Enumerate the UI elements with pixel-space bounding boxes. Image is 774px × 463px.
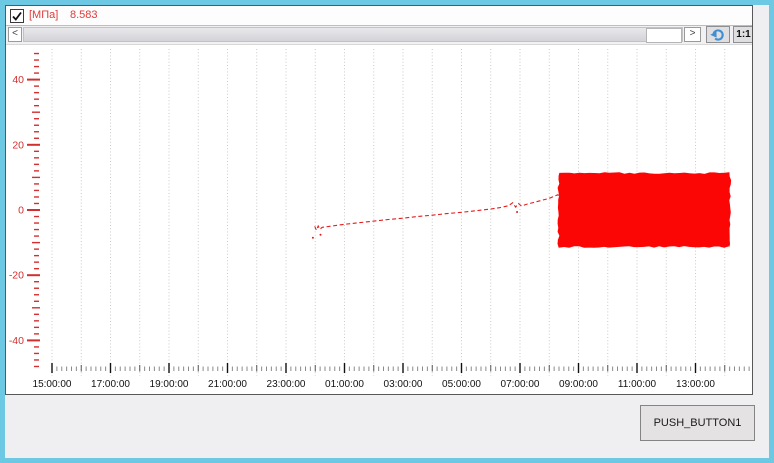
scroll-right-button[interactable]: > xyxy=(684,27,701,42)
trend-chart-canvas: 40 20 0 -20 -40 15:00:00 17:00:00 19:00:00 21:00… xyxy=(9,49,750,390)
svg-text:21:00:00: 21:00:00 xyxy=(208,379,247,390)
pen-unit-label: [МПа] xyxy=(29,9,59,21)
checkmark-icon xyxy=(12,11,22,21)
trend-control-window: [МПа] 8.583 < > 1:1 40 20 0 -20 -40 15:00:00 1… xyxy=(5,5,753,395)
svg-text:01:00:00: 01:00:00 xyxy=(325,379,364,390)
pen-current-value: 8.583 xyxy=(70,9,98,21)
scrollbar-track[interactable] xyxy=(23,27,683,43)
svg-text:15:00:00: 15:00:00 xyxy=(33,379,72,390)
scroll-left-button[interactable]: < xyxy=(8,27,22,42)
svg-text:-40: -40 xyxy=(9,335,24,347)
scrollbar-thumb[interactable] xyxy=(646,28,682,43)
svg-text:0: 0 xyxy=(18,205,24,217)
pen-legend-row: [МПа] 8.583 xyxy=(6,6,752,26)
svg-text:11:00:00: 11:00:00 xyxy=(618,379,657,390)
svg-text:09:00:00: 09:00:00 xyxy=(559,379,598,390)
svg-text:40: 40 xyxy=(12,74,24,86)
svg-text:23:00:00: 23:00:00 xyxy=(267,379,306,390)
undo-zoom-button[interactable] xyxy=(706,26,730,43)
svg-text:17:00:00: 17:00:00 xyxy=(91,379,130,390)
push-button-1[interactable]: PUSH_BUTTON1 xyxy=(640,405,755,441)
svg-text:-20: -20 xyxy=(9,270,24,282)
time-scrollbar-row: < > 1:1 xyxy=(6,26,752,45)
hmi-screen: [МПа] 8.583 < > 1:1 40 20 0 -20 -40 15:00:00 1… xyxy=(0,0,774,463)
trend-chart-area: 40 20 0 -20 -40 15:00:00 17:00:00 19:00:00 21:00… xyxy=(6,45,752,394)
one-to-one-zoom-button[interactable]: 1:1 xyxy=(733,26,752,43)
svg-text:19:00:00: 19:00:00 xyxy=(150,379,189,390)
undo-arrow-icon xyxy=(710,29,724,41)
svg-text:13:00:00: 13:00:00 xyxy=(676,379,715,390)
svg-text:20: 20 xyxy=(12,139,24,151)
push-button-label: PUSH_BUTTON1 xyxy=(653,417,742,429)
svg-text:05:00:00: 05:00:00 xyxy=(442,379,481,390)
svg-text:03:00:00: 03:00:00 xyxy=(384,379,423,390)
svg-text:07:00:00: 07:00:00 xyxy=(501,379,540,390)
pen-visibility-checkbox[interactable] xyxy=(10,9,24,23)
